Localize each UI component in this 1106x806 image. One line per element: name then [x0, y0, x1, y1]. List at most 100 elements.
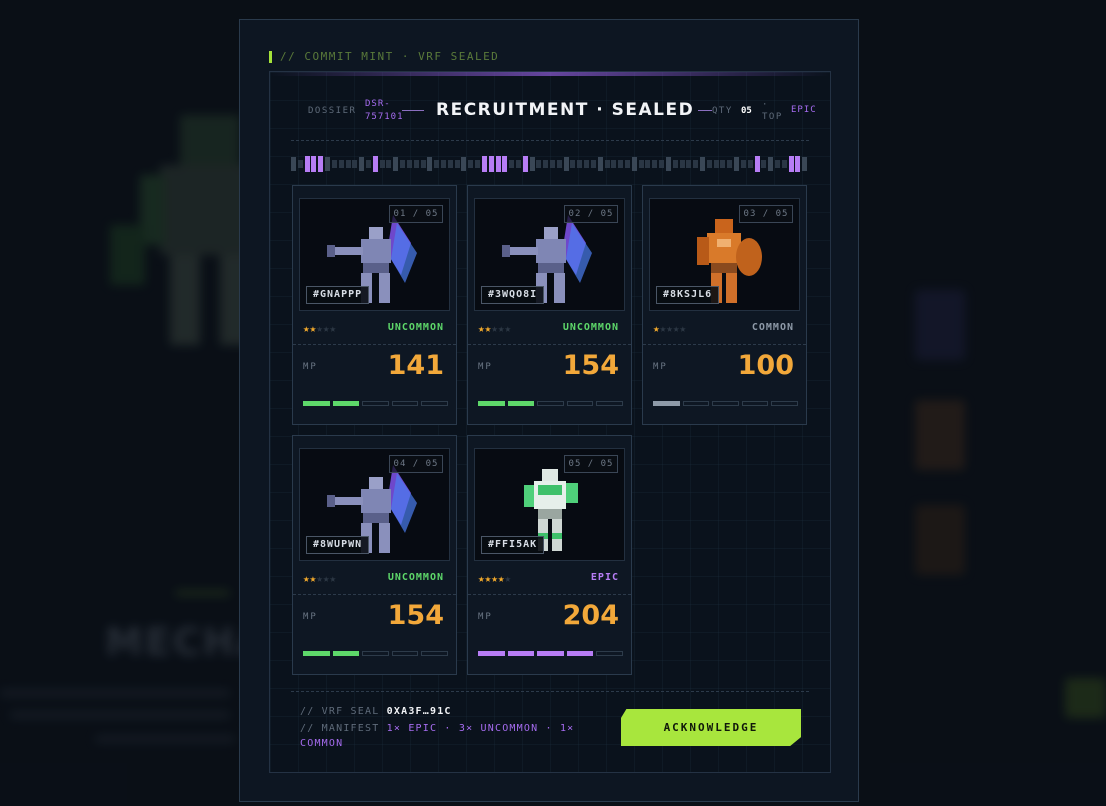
seal-segment-active: [481, 156, 487, 172]
star-icon: ★: [672, 322, 680, 335]
rarity-label: UNCOMMON: [387, 322, 444, 333]
seal-segment: [590, 160, 596, 168]
star-icon: ★: [322, 322, 330, 335]
qty-separator: ·: [762, 100, 769, 110]
mp-pip: [303, 651, 330, 656]
mp-pip: [537, 401, 564, 406]
seal-segment: [665, 157, 671, 171]
modal-tag: // COMMIT MINT · VRF SEALED: [269, 50, 499, 63]
star-icon: ★: [316, 572, 323, 585]
seal-segment: [597, 157, 603, 171]
seal-segment: [584, 160, 590, 168]
star-icon: ★: [497, 322, 505, 335]
seal-segment: [563, 157, 569, 171]
seal-segment: [509, 160, 515, 168]
card-id-tag: #GNAPPP: [306, 286, 370, 304]
card-art: 01 / 05 #GNAPPP: [299, 198, 450, 311]
seal-segment-bar: [291, 156, 809, 172]
mp-pip: [682, 401, 710, 406]
star-icon: ★: [303, 322, 310, 335]
mp-pip: [391, 651, 419, 656]
top-label: TOP: [762, 112, 783, 122]
star-icon: ★: [504, 322, 512, 335]
card-id-tag: #FFI5AK: [481, 536, 545, 554]
seal-segment: [413, 160, 419, 168]
seal-segment: [400, 160, 406, 168]
mp-label: MP: [478, 612, 493, 622]
seal-segment: [577, 160, 583, 168]
card-id-tag: #8KSJL6: [656, 286, 720, 304]
mp-label: MP: [478, 362, 493, 372]
card-id-tag: #8WUPWN: [306, 536, 370, 554]
mp-value: 154: [562, 350, 619, 381]
mp-label: MP: [303, 612, 318, 622]
card-slot-index: 03 / 05: [739, 205, 793, 223]
modal-tag-label: // COMMIT MINT · VRF SEALED: [280, 50, 500, 63]
mp-pip: [537, 651, 564, 656]
seal-segment: [679, 160, 685, 168]
seal-segment: [625, 160, 630, 168]
seal-segment: [515, 160, 521, 168]
seal-segment: [618, 160, 624, 168]
card-slot-index: 02 / 05: [564, 205, 618, 223]
vrf-seal-line: // VRF SEAL 0XA3F…91C: [300, 706, 452, 717]
seal-segment: [331, 160, 337, 168]
seal-segment: [652, 160, 658, 168]
seal-segment: [781, 160, 787, 168]
mp-pip: [712, 401, 739, 406]
star-icon: ★: [316, 322, 323, 335]
mp-pip: [332, 401, 360, 406]
seal-segment: [536, 160, 542, 168]
star-icon: ★: [497, 572, 505, 585]
seal-segment-active: [488, 156, 494, 172]
card-art: 05 / 05 #FFI5AK: [474, 448, 625, 561]
manifest-line: // MANIFEST 1× EPIC · 3× UNCOMMON · 1×: [300, 723, 575, 734]
seal-segment: [468, 160, 474, 168]
mp-pip: [421, 401, 448, 406]
mp-pip: [596, 401, 623, 406]
recruit-card[interactable]: 03 / 05 #8KSJL6 ★★★★★ COMMON MP 100: [642, 185, 807, 425]
star-icon: ★: [303, 572, 310, 585]
card-art: 02 / 05 #3WQO8I: [474, 198, 625, 311]
seal-segment: [659, 160, 665, 168]
seal-segment: [386, 160, 392, 168]
card-slot-index: 05 / 05: [564, 455, 618, 473]
seal-segment: [543, 160, 549, 168]
seal-segment: [297, 160, 303, 168]
acknowledge-button[interactable]: ACKNOWLEDGE: [621, 709, 801, 746]
mp-pip: [596, 651, 623, 656]
star-rating: ★★★★★: [303, 572, 336, 585]
recruit-card[interactable]: 02 / 05 #3WQO8I ★★★★★ UNCOMMON MP 154: [467, 185, 632, 425]
dossier-header: DOSSIER DSR- 757101 RECRUITMENT · SEALED…: [270, 96, 830, 132]
seal-segment: [611, 160, 617, 168]
mp-pip: [566, 651, 594, 656]
seal-segment: [740, 160, 746, 168]
vrf-seal-value: 0XA3F…91C: [386, 706, 452, 717]
rarity-label: UNCOMMON: [562, 322, 619, 333]
star-icon: ★: [322, 572, 330, 585]
mp-value: 141: [387, 350, 444, 381]
seal-segment: [706, 160, 712, 168]
seal-segment-active: [372, 156, 378, 172]
mp-pip: [362, 401, 389, 406]
recruit-card[interactable]: 05 / 05 #FFI5AK ★★★★★ EPIC MP 204: [467, 435, 632, 675]
seal-segment-active: [754, 156, 760, 172]
seal-segment-active: [788, 156, 794, 172]
seal-segment: [693, 160, 699, 168]
recruitment-modal: // COMMIT MINT · VRF SEALED DOSSIER DSR-…: [239, 19, 859, 802]
star-rating: ★★★★★: [478, 572, 511, 585]
mp-label: MP: [303, 362, 318, 372]
seal-segment: [768, 157, 774, 171]
mp-pip: [653, 401, 680, 406]
seal-segment: [774, 160, 780, 168]
seal-segment: [747, 160, 753, 168]
star-rating: ★★★★★: [478, 322, 511, 335]
mp-pip: [303, 401, 330, 406]
recruit-card[interactable]: 04 / 05 #8WUPWN ★★★★★ UNCOMMON MP 154: [292, 435, 457, 675]
seal-segment: [475, 160, 480, 168]
recruit-card[interactable]: 01 / 05 #GNAPPP ★★★★★ UNCOMMON MP 141: [292, 185, 457, 425]
mp-pip: [362, 651, 389, 656]
star-icon: ★: [329, 322, 337, 335]
seal-segment: [556, 160, 562, 168]
seal-segment-active: [495, 156, 501, 172]
